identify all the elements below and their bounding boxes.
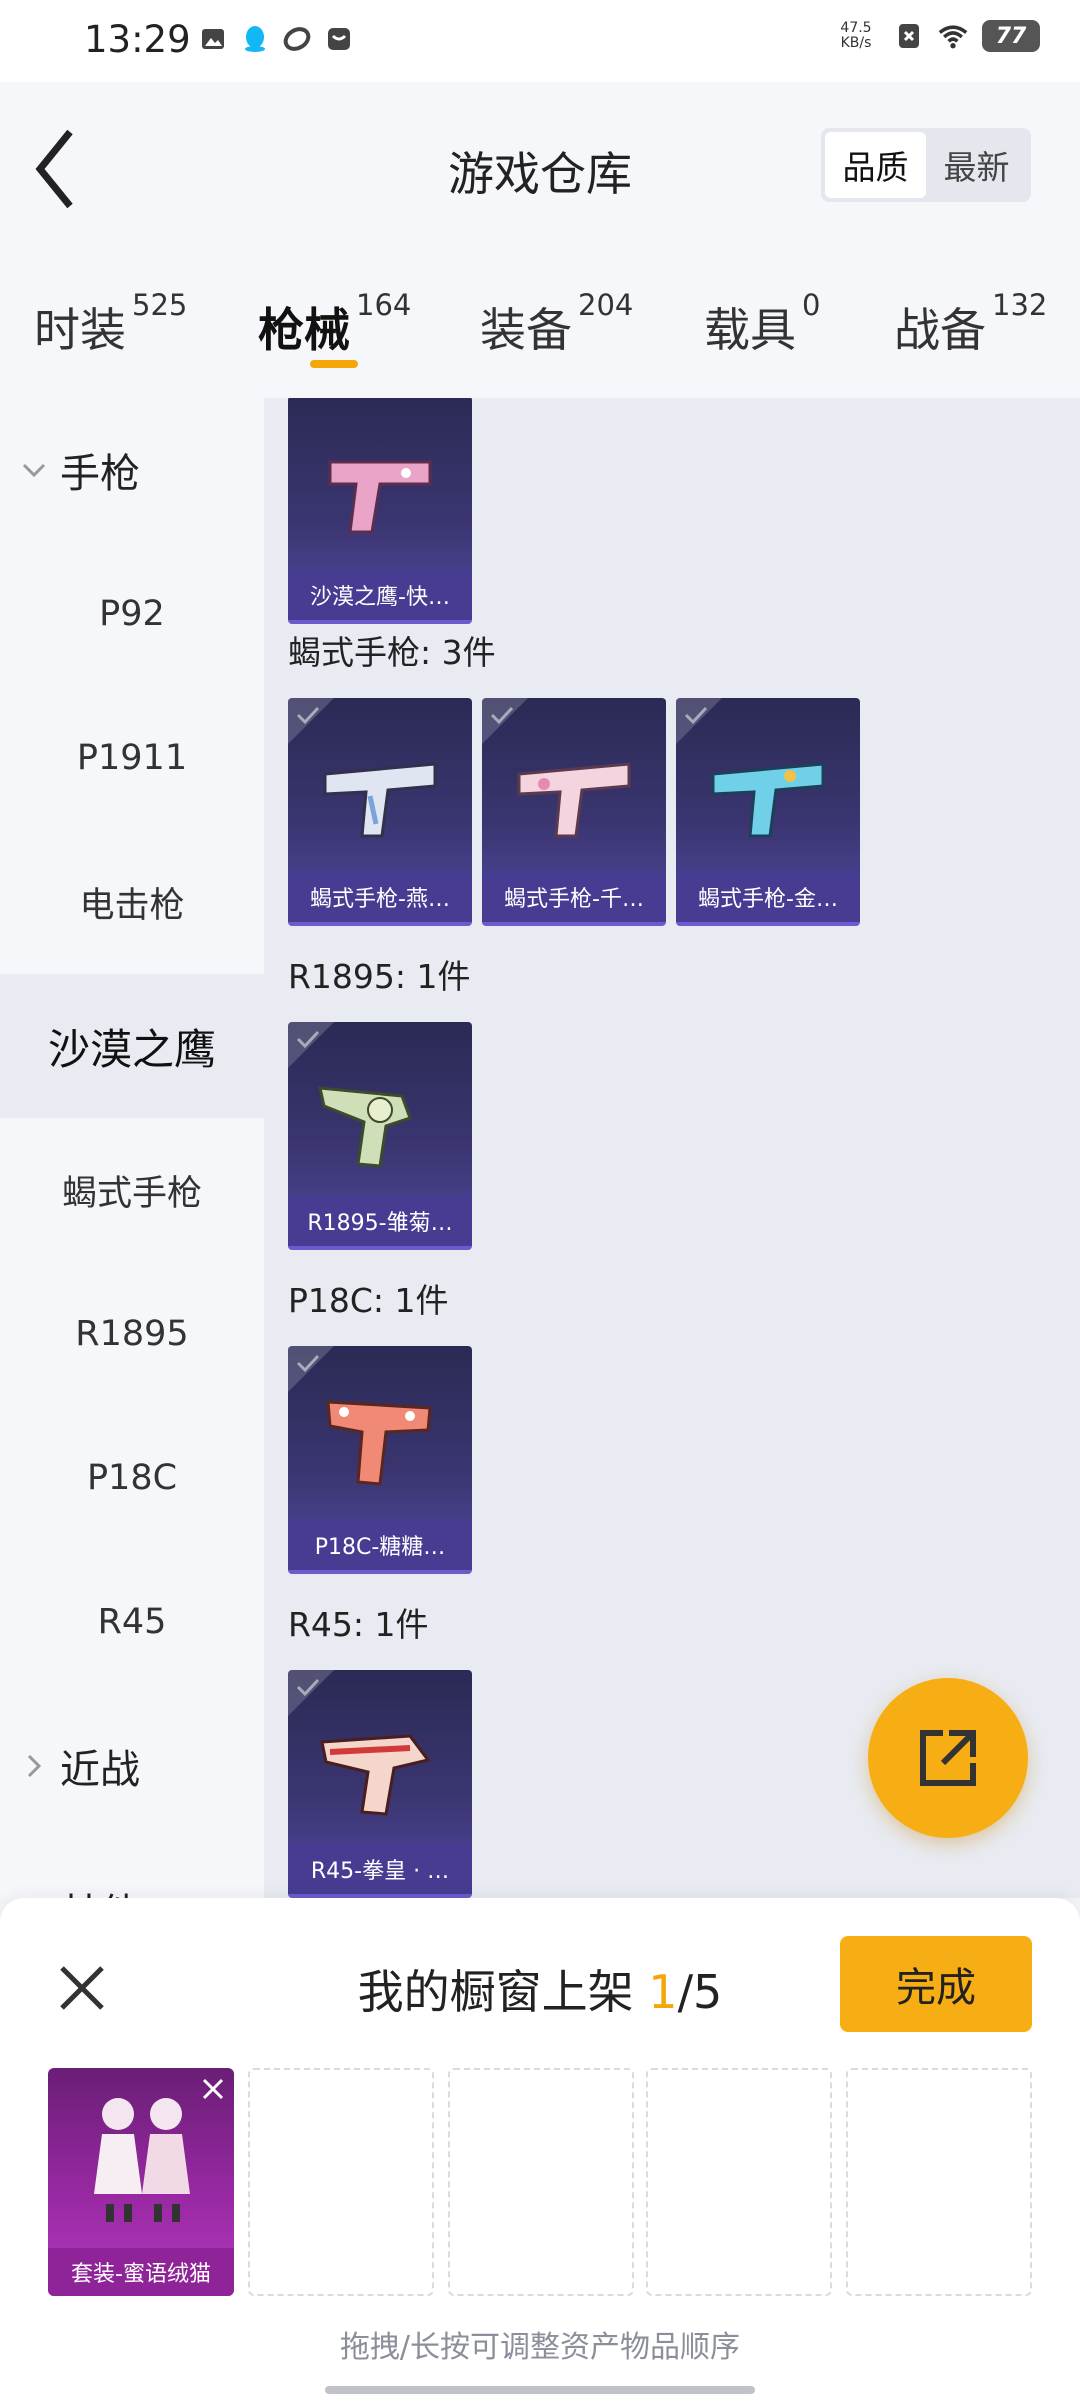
share-icon [920,1730,976,1786]
check-icon [490,706,514,725]
item-card[interactable]: 蝎式手枪-金… [676,698,860,926]
share-fab[interactable] [868,1678,1028,1838]
showcase-slot-empty[interactable] [646,2068,832,2296]
group-title: 蝎式手枪: 3件 [288,633,496,672]
showcase-slot-empty[interactable] [448,2068,634,2296]
item-card[interactable]: 蝎式手枪-千… [482,698,666,926]
weapon-sidebar: 手枪 P92 P1911 电击枪 沙漠之鹰 蝎式手枪 R1895 P18C R4… [0,398,264,1898]
sidebar-item-r1895[interactable]: R1895 [0,1262,264,1406]
group-title: R1895: 1件 [288,957,471,996]
sidebar-item-scorpion[interactable]: 蝎式手枪 [0,1118,264,1262]
sidebar-group-other[interactable]: 其他 [0,1838,264,1898]
gallery-icon [198,24,228,54]
item-card-label: R1895-雏菊… [288,1196,472,1246]
done-button[interactable]: 完成 [840,1936,1032,2032]
outfit-art [94,2098,190,2222]
tab-supplies[interactable]: 战备 132 [894,288,1047,360]
sort-newest-button[interactable]: 最新 [926,132,1027,198]
status-time: 13:29 [84,18,191,61]
check-icon [296,706,320,725]
sidebar-item-p18c[interactable]: P18C [0,1406,264,1550]
item-card[interactable]: P18C-糖糖… [288,1346,472,1574]
item-card-label: 蝎式手枪-千… [482,872,666,922]
group-title: R45: 1件 [288,1605,429,1644]
chevron-down-icon [22,463,46,478]
sidebar-item-r45[interactable]: R45 [0,1550,264,1694]
check-icon [296,1030,320,1049]
notification-icons [198,24,354,54]
category-tabs: 时装 525 枪械 164 装备 204 载具 0 战备 132 [0,258,1080,398]
chevron-right-icon [27,1754,42,1778]
link-icon [282,24,312,54]
net-speed: 47.5 KB/s [840,20,872,51]
item-card-label: 蝎式手枪-燕… [288,872,472,922]
tab-equipment[interactable]: 装备 204 [480,288,633,360]
sidebar-item-p92[interactable]: P92 [0,542,264,686]
r45-art [320,1734,431,1816]
header: 游戏仓库 品质 最新 [0,82,1080,258]
qq-icon [240,24,270,54]
slot-label: 套装-蜜语绒猫 [48,2248,234,2296]
status-bar: 13:29 47.5 KB/s 77 [0,0,1080,82]
weapon-list: 沙漠之鹰-快… 蝎式手枪: 3件 蝎式手枪-燕… 蝎式手枪-千… 蝎式手枪-金…… [264,398,1080,1898]
showcase-slot-empty[interactable] [248,2068,434,2296]
sidebar-item-p1911[interactable]: P1911 [0,686,264,830]
item-card[interactable]: R45-拳皇 · … [288,1670,472,1898]
p18c-art [326,1400,432,1486]
mail-app-icon [324,24,354,54]
check-icon [296,1678,320,1697]
scorpion-art [517,762,631,838]
status-right: 47.5 KB/s 77 [832,20,1040,52]
tab-vehicles[interactable]: 载具 0 [704,288,820,360]
battery-indicator: 77 [982,20,1040,52]
tab-guns[interactable]: 枪械 164 [258,288,411,360]
item-card-label: R45-拳皇 · … [288,1844,472,1894]
revolver-art [318,1086,412,1168]
check-icon [296,1354,320,1373]
wifi-icon [938,21,968,51]
sim-off-icon [894,21,924,51]
active-tab-indicator [310,360,358,368]
item-card[interactable]: R1895-雏菊… [288,1022,472,1250]
scorpion-art [323,762,437,838]
check-icon [684,706,708,725]
sidebar-group-pistol[interactable]: 手枪 [0,398,264,542]
sort-toggle: 品质 最新 [821,128,1031,202]
desert-eagle-art [328,460,432,534]
group-title: P18C: 1件 [288,1281,449,1320]
scorpion-art [711,762,825,838]
showcase-slot[interactable]: 套装-蜜语绒猫 [48,2068,234,2296]
home-indicator[interactable] [325,2386,755,2394]
sidebar-group-melee[interactable]: 近战 [0,1694,264,1838]
remove-slot-button[interactable] [200,2076,226,2102]
item-card[interactable]: 蝎式手枪-燕… [288,698,472,926]
showcase-sheet: 我的橱窗上架 1/5 完成 套装-蜜语绒猫 拖拽/长按可调整资产物品顺序 [0,1898,1080,2408]
showcase-slot-empty[interactable] [846,2068,1032,2296]
sidebar-item-desert-eagle[interactable]: 沙漠之鹰 [0,974,264,1118]
tab-fashion[interactable]: 时装 525 [34,288,187,360]
item-card-label: 沙漠之鹰-快… [288,570,472,620]
item-card[interactable]: 沙漠之鹰-快… [288,398,472,624]
reorder-hint: 拖拽/长按可调整资产物品顺序 [339,2330,741,2365]
close-icon [202,2078,224,2100]
item-card-label: 蝎式手枪-金… [676,872,860,922]
sort-quality-button[interactable]: 品质 [825,132,926,198]
item-card-label: P18C-糖糖… [288,1520,472,1570]
sidebar-item-taser[interactable]: 电击枪 [0,830,264,974]
